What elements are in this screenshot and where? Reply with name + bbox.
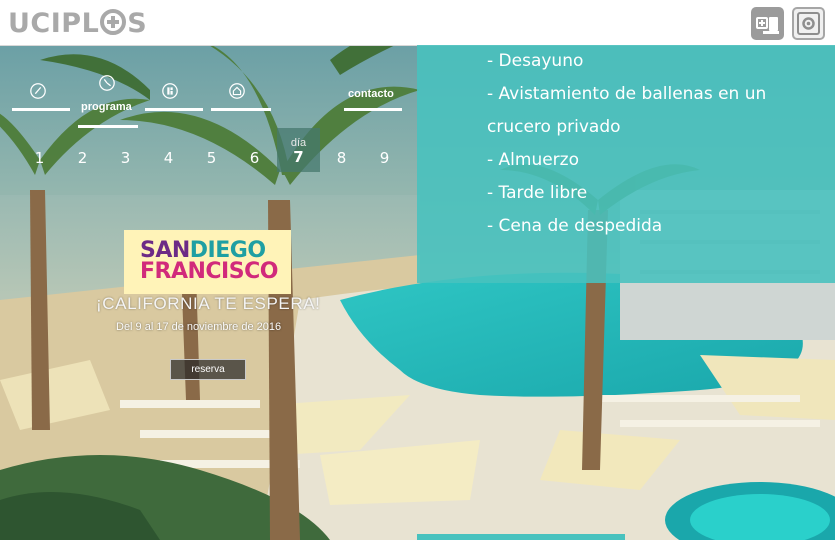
- logo-text-prefix: UCIPL: [8, 7, 100, 39]
- day-selector: 1 2 3 4 5 6 día 7 8 9: [18, 128, 403, 174]
- gear-icon: [797, 12, 820, 35]
- day-7-active[interactable]: día 7: [277, 128, 320, 172]
- logo-francisco: FRANCISCO: [140, 259, 278, 284]
- program-item: - Desayuno: [487, 51, 584, 71]
- pen-icon: [30, 83, 46, 99]
- logo-text-suffix: S: [127, 7, 148, 39]
- san-diego-francisco-logo: SANDIEGO FRANCISCO: [124, 230, 291, 294]
- settings-button[interactable]: [792, 7, 825, 40]
- day-number: 9: [379, 149, 390, 167]
- day-3[interactable]: 3: [104, 128, 147, 172]
- program-list: - Desayuno - Avistamiento de ballenas en…: [487, 45, 827, 243]
- program-item: crucero privado: [487, 117, 621, 137]
- brand-logo[interactable]: UCIPL S: [8, 6, 147, 40]
- program-item: - Almuerzo: [487, 150, 579, 170]
- nav-underline: [145, 108, 203, 111]
- promo-dates: Del 9 al 17 de noviembre de 2016: [116, 321, 282, 333]
- nav-underline: [344, 108, 402, 111]
- program-item: - Tarde libre: [487, 183, 588, 203]
- nav-item-pen[interactable]: [12, 70, 72, 128]
- day-number: 7: [293, 148, 304, 166]
- day-number: 6: [249, 149, 260, 167]
- bottom-tab-edge[interactable]: [417, 534, 625, 540]
- clock-icon: [99, 75, 115, 91]
- day-number: 2: [77, 149, 88, 167]
- promo-tagline: ¡CALIFORNIA TE ESPERA!: [96, 294, 321, 313]
- add-device-icon: [756, 17, 779, 34]
- day-1[interactable]: 1: [18, 128, 61, 172]
- day-9[interactable]: 9: [363, 128, 406, 172]
- nav-item-programa[interactable]: programa: [78, 70, 140, 128]
- logo-plus-icon: [100, 9, 127, 35]
- day-4[interactable]: 4: [147, 128, 190, 172]
- top-bar: UCIPL S: [0, 0, 835, 46]
- main-nav: programa contacto: [0, 70, 415, 130]
- nav-item-contacto[interactable]: contacto: [344, 70, 404, 128]
- day-6[interactable]: 6: [233, 128, 276, 172]
- day-2[interactable]: 2: [61, 128, 104, 172]
- day-8[interactable]: 8: [320, 128, 363, 172]
- program-item: - Cena de despedida: [487, 216, 663, 236]
- day-number: 3: [120, 149, 131, 167]
- day-number: 5: [206, 149, 217, 167]
- day-5[interactable]: 5: [190, 128, 233, 172]
- program-item: - Avistamiento de ballenas en un: [487, 84, 767, 104]
- day-number: 8: [336, 149, 347, 167]
- nav-item-building[interactable]: [145, 70, 207, 128]
- nav-underline: [211, 108, 271, 111]
- nav-label-programa: programa: [81, 101, 132, 113]
- day-number: 4: [163, 149, 174, 167]
- home-icon: [229, 83, 245, 99]
- reserve-button[interactable]: reserva: [170, 359, 246, 380]
- building-icon: [162, 83, 178, 99]
- nav-label-contacto: contacto: [348, 88, 394, 100]
- day-number: 1: [34, 149, 45, 167]
- nav-item-home[interactable]: [211, 70, 273, 128]
- nav-underline: [12, 108, 70, 111]
- accessibility-icon[interactable]: [751, 7, 784, 40]
- program-panel: - Desayuno - Avistamiento de ballenas en…: [417, 45, 835, 283]
